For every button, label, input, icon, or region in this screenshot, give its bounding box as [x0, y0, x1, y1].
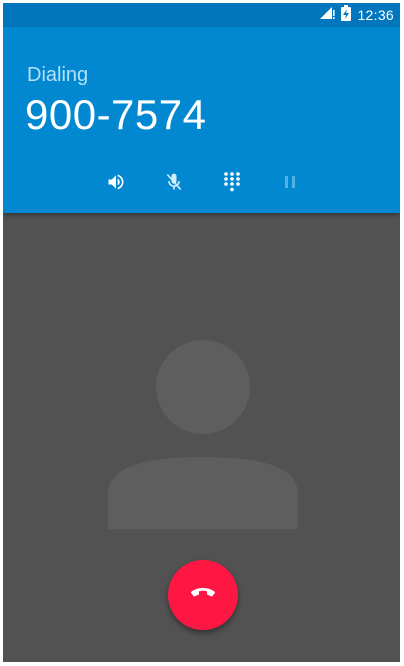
call-controls — [3, 167, 400, 201]
call-number: 900-7574 — [25, 91, 207, 138]
dialpad-button[interactable] — [215, 167, 249, 201]
mute-button[interactable] — [157, 167, 191, 201]
phone-screen: 12:36 Dialing 900-7574 — [3, 3, 400, 662]
battery-charging-icon — [341, 4, 352, 26]
end-call-button[interactable] — [168, 560, 238, 630]
dialpad-icon — [222, 171, 242, 198]
status-icons: 12:36 — [319, 3, 394, 27]
status-time: 12:36 — [357, 7, 394, 23]
contact-avatar — [108, 339, 298, 529]
hold-button[interactable] — [273, 167, 307, 201]
call-state: Dialing — [27, 64, 89, 86]
pause-icon — [283, 174, 297, 195]
mic-off-icon — [164, 172, 184, 197]
speaker-button[interactable] — [99, 167, 133, 201]
call-header: Dialing 900-7574 — [3, 27, 400, 213]
status-bar: 12:36 — [3, 3, 400, 27]
speaker-icon — [106, 172, 126, 197]
signal-icon — [319, 6, 336, 25]
end-call-icon — [190, 586, 216, 605]
